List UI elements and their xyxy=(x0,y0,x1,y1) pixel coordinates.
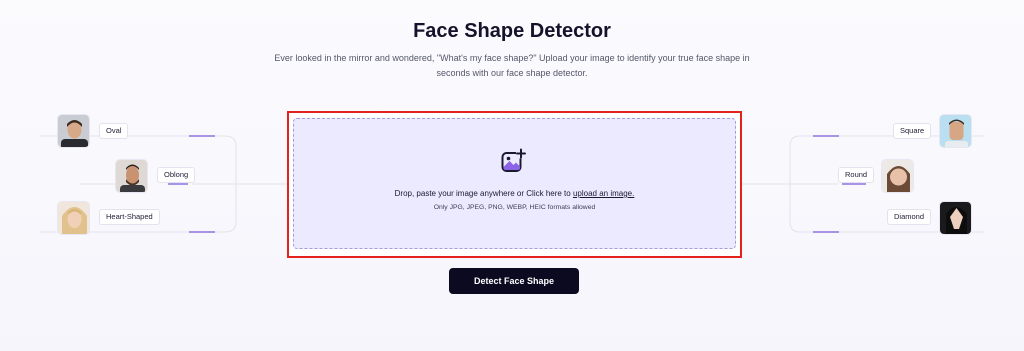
face-shape-label-oval: Oval xyxy=(99,123,129,139)
face-shape-label-oblong: Oblong xyxy=(157,167,196,183)
face-shape-label-square: Square xyxy=(893,123,932,139)
face-shape-label-heart-shaped: Heart-Shaped xyxy=(99,209,160,225)
detect-face-shape-button[interactable]: Detect Face Shape xyxy=(449,268,579,294)
face-shape-label-diamond: Diamond xyxy=(887,209,932,225)
upload-image-link[interactable]: upload an image. xyxy=(573,189,634,198)
face-shape-label-round: Round xyxy=(838,167,875,183)
face-photo-icon xyxy=(882,160,913,192)
dropzone-instructions-text: Drop, paste your image anywhere or Click… xyxy=(394,189,571,198)
avatar-round xyxy=(881,159,914,193)
face-photo-icon xyxy=(58,202,89,234)
image-dropzone[interactable]: Drop, paste your image anywhere or Click… xyxy=(293,118,736,249)
upload-highlight-frame: Drop, paste your image anywhere or Click… xyxy=(287,111,742,258)
avatar-heart-shaped xyxy=(57,201,90,235)
avatar-square xyxy=(939,114,972,148)
avatar-oblong xyxy=(115,159,148,193)
formats-note: Only JPG, JPEG, PNG, WEBP, HEIC formats … xyxy=(433,204,596,211)
face-photo-icon xyxy=(940,115,971,147)
face-photo-icon xyxy=(940,202,971,234)
avatar-oval xyxy=(57,114,90,148)
dropzone-instructions: Drop, paste your image anywhere or Click… xyxy=(294,189,735,198)
face-photo-icon xyxy=(116,160,147,192)
face-photo-icon xyxy=(58,115,89,147)
avatar-diamond xyxy=(939,201,972,235)
add-image-icon xyxy=(501,148,526,172)
